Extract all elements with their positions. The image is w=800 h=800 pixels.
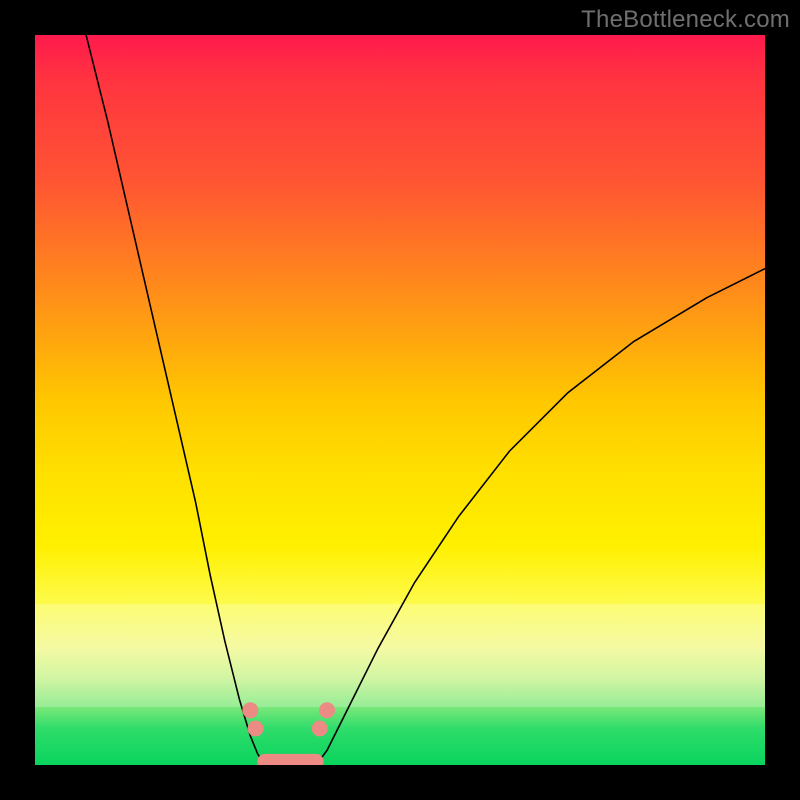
chart-frame: TheBottleneck.com	[0, 0, 800, 800]
watermark-text: TheBottleneck.com	[581, 6, 790, 34]
valley-marker-dot	[242, 702, 258, 718]
curve-svg	[35, 35, 765, 765]
valley-marker-dot	[312, 721, 328, 737]
valley-markers	[242, 702, 335, 736]
valley-marker-dot	[248, 721, 264, 737]
bottleneck-curve	[86, 35, 765, 765]
valley-marker-dot	[319, 702, 335, 718]
plot-area	[35, 35, 765, 765]
